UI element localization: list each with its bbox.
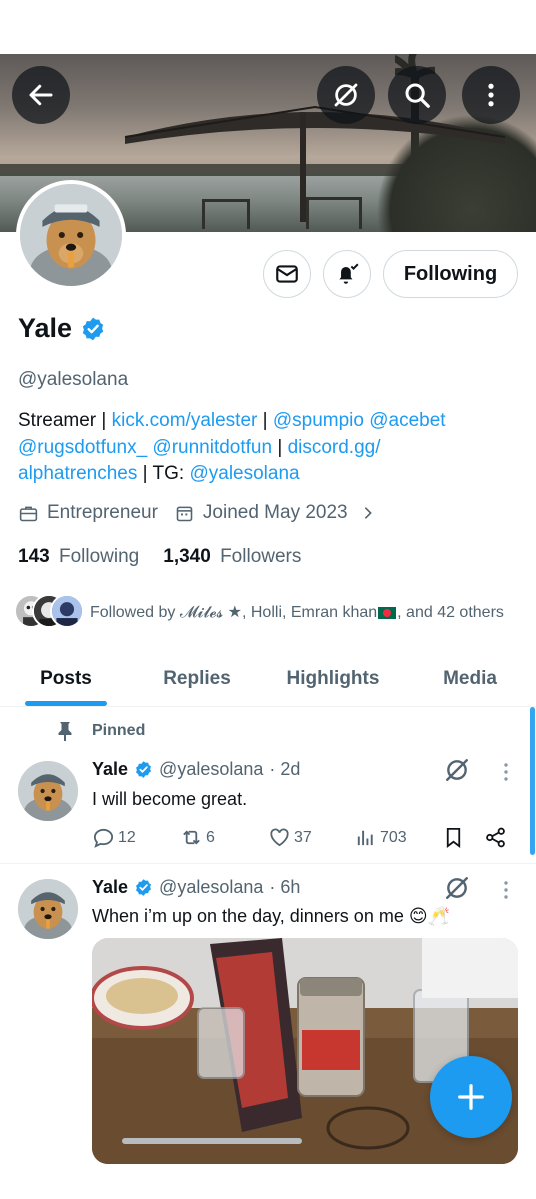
bangladesh-flag-icon [378, 606, 397, 619]
dog-avatar-image [20, 184, 122, 286]
profile-meta: Entrepreneur Joined May 2023 [18, 502, 400, 524]
followed-by-text: Followed by 𝓜𝓲𝓵𝓮𝓼 ★, Holli, Emran khan, … [90, 604, 504, 621]
grok-icon [334, 83, 358, 107]
category-item: Entrepreneur [18, 502, 158, 524]
bio-link-kick[interactable]: kick.com/yalester [112, 410, 258, 431]
dog-avatar-image [18, 761, 78, 821]
bio-link-discord-cont[interactable]: alphatrenches [18, 463, 137, 484]
post-text: I will become great. [92, 789, 248, 809]
bio-mention-acebet[interactable]: @acebet [369, 410, 445, 431]
follower-avatar [50, 594, 84, 628]
search-icon [405, 83, 430, 108]
post-timestamp: · 2d [269, 759, 301, 779]
bio-mention-tg[interactable]: @yalesolana [189, 463, 299, 484]
dog-avatar-image [18, 879, 78, 939]
post-author-name[interactable]: Yale [92, 759, 128, 780]
message-button[interactable] [263, 250, 311, 298]
tab-replies[interactable]: Replies [132, 650, 262, 707]
post-actions: 12 6 37 703 [92, 826, 512, 850]
like-button[interactable]: 37 [268, 826, 312, 849]
bio-mention-spumpio[interactable]: @spumpio [273, 410, 364, 431]
more-options-button[interactable] [462, 66, 520, 124]
following-count-link[interactable]: 143 Following [18, 546, 139, 568]
post-author-handle[interactable]: @yalesolana [159, 877, 263, 898]
following-button[interactable]: Following [383, 250, 518, 298]
post-author-handle[interactable]: @yalesolana [159, 759, 263, 780]
bookmark-icon [446, 827, 461, 848]
post-header: Yale @yalesolana · 6h [92, 877, 300, 898]
plus-icon [458, 1084, 484, 1110]
share-button[interactable] [484, 826, 510, 849]
tab-posts[interactable]: Posts [0, 650, 132, 707]
pinned-label: Pinned [56, 721, 145, 741]
post-header: Yale @yalesolana · 2d [92, 759, 300, 780]
calendar-icon [176, 506, 193, 521]
bio-mention-rugsdotfunx[interactable]: @rugsdotfunx_ [18, 437, 147, 458]
envelope-icon [276, 265, 298, 283]
search-button[interactable] [388, 66, 446, 124]
grok-button[interactable] [317, 66, 375, 124]
followers-count-link[interactable]: 1,340 Followers [163, 546, 301, 568]
verified-badge-icon [136, 879, 151, 896]
pin-icon [58, 722, 72, 741]
back-arrow-icon [29, 84, 53, 106]
active-tab-indicator [25, 701, 107, 706]
views-button[interactable]: 703 [354, 826, 407, 849]
compose-post-button[interactable] [430, 1056, 512, 1138]
profile-tabs: Posts Replies Highlights Media [0, 650, 536, 707]
repost-icon [183, 830, 200, 845]
more-vertical-icon [488, 83, 494, 107]
grok-icon[interactable] [444, 875, 470, 901]
post-timestamp: · 6h [269, 877, 301, 897]
bio-link-discord[interactable]: discord.gg/ [288, 437, 381, 458]
post-avatar[interactable] [18, 761, 78, 821]
profile-avatar[interactable] [16, 180, 126, 290]
bookmark-button[interactable] [442, 826, 468, 849]
status-bar [0, 0, 536, 54]
follow-counts: 143 Following 1,340 Followers [18, 546, 301, 568]
tab-highlights[interactable]: Highlights [262, 650, 404, 707]
joined-item[interactable]: Joined May 2023 [174, 502, 384, 524]
briefcase-icon [19, 506, 38, 521]
post-author-name[interactable]: Yale [92, 877, 128, 898]
repost-button[interactable]: 6 [180, 826, 215, 849]
back-button[interactable] [12, 66, 70, 124]
tab-media[interactable]: Media [404, 650, 536, 707]
verified-badge-icon[interactable] [80, 316, 106, 342]
profile-name: Yale [18, 313, 73, 343]
followed-by-row[interactable]: Followed by 𝓜𝓲𝓵𝓮𝓼 ★, Holli, Emran khan, … [14, 593, 504, 631]
reply-icon [93, 828, 114, 848]
reply-button[interactable]: 12 [92, 826, 136, 849]
profile-handle: @yalesolana [18, 369, 129, 390]
scrollbar[interactable] [530, 707, 535, 855]
more-vertical-icon[interactable] [498, 761, 514, 783]
chevron-right-icon[interactable] [360, 505, 376, 521]
heart-icon [270, 828, 289, 847]
notifications-button[interactable] [323, 250, 371, 298]
grok-icon[interactable] [444, 757, 470, 783]
profile-bio: Streamer | kick.com/yalester | @spumpio … [18, 410, 446, 484]
post-divider [0, 863, 536, 864]
bell-check-icon [339, 263, 359, 284]
bio-mention-runnitdotfun[interactable]: @runnitdotfun [152, 437, 272, 458]
share-icon [486, 827, 505, 848]
post-avatar[interactable] [18, 879, 78, 939]
analytics-icon [357, 830, 373, 846]
post-text: When i’m up on the day, dinners on me 😊🥂 [92, 906, 451, 926]
more-vertical-icon[interactable] [498, 879, 514, 901]
profile-name-row: Yale [18, 313, 106, 344]
verified-badge-icon [136, 761, 151, 778]
